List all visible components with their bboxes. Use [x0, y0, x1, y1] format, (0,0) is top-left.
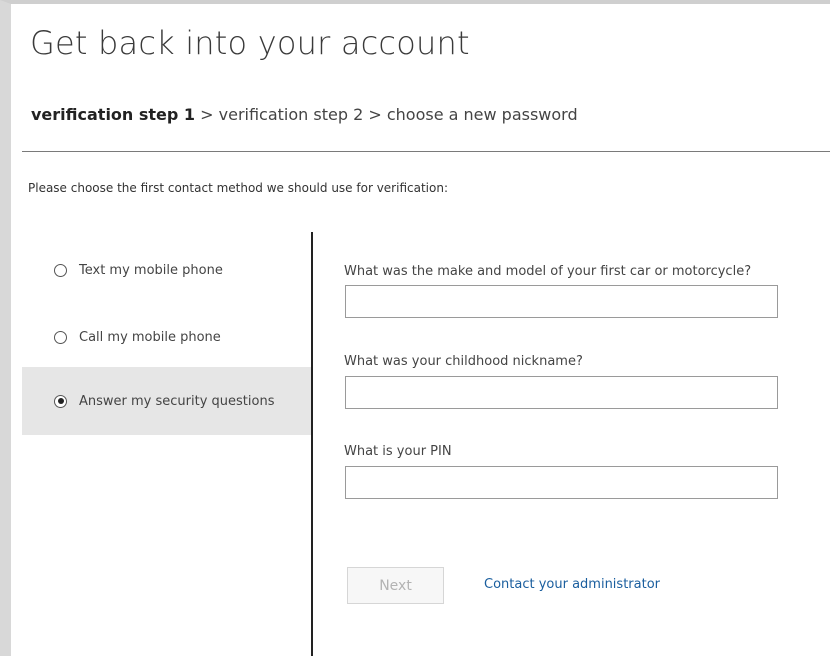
method-call-mobile[interactable]: Call my mobile phone: [22, 303, 312, 371]
question-pin: What is your PIN: [344, 444, 452, 459]
breadcrumb-step-2: verification step 2: [218, 105, 364, 124]
radio-button[interactable]: [54, 263, 67, 277]
answer-pin-input[interactable]: [345, 466, 778, 499]
breadcrumb-separator: >: [363, 105, 387, 124]
question-first-car: What was the make and model of your firs…: [344, 264, 752, 279]
next-button[interactable]: Next: [347, 567, 444, 604]
header-divider: [22, 151, 830, 152]
page-title: Get back into your account: [30, 24, 470, 62]
instruction-text: Please choose the first contact method w…: [28, 181, 448, 195]
radio-button[interactable]: [54, 330, 67, 344]
method-label: Call my mobile phone: [79, 329, 221, 345]
radio-button-checked[interactable]: [54, 394, 67, 408]
contact-administrator-link[interactable]: Contact your administrator: [484, 577, 660, 592]
answer-childhood-nickname-input[interactable]: [345, 376, 778, 409]
breadcrumb-step-3: choose a new password: [386, 105, 578, 124]
method-text-mobile[interactable]: Text my mobile phone: [22, 236, 312, 304]
breadcrumb-separator: >: [195, 105, 219, 124]
answer-first-car-input[interactable]: [345, 285, 778, 318]
method-label: Answer my security questions: [79, 393, 275, 409]
panel-divider: [311, 232, 313, 656]
method-security-questions[interactable]: Answer my security questions: [22, 367, 312, 435]
window-frame: Get back into your account verification …: [0, 0, 830, 656]
breadcrumb: verification step 1 > verification step …: [31, 105, 578, 124]
breadcrumb-step-1: verification step 1: [31, 105, 196, 124]
method-label: Text my mobile phone: [79, 262, 223, 278]
question-childhood-nickname: What was your childhood nickname?: [344, 354, 583, 369]
